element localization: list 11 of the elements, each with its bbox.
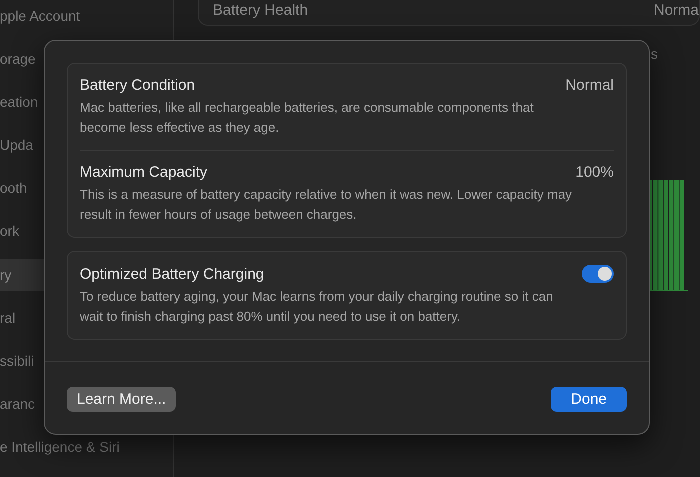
setting-title: Maximum Capacity xyxy=(80,164,208,181)
setting-description: To reduce battery aging, your Mac learns from your daily charging routine so it can wait to finish charging past 80% until you need to use it on battery. xyxy=(80,288,554,326)
row-label: Battery Health xyxy=(212,2,308,19)
setting-title: Optimized Battery Charging xyxy=(80,266,264,282)
setting-description: This is a measure of battery capacity relative to when it was new. Lower capacity may result in fewer hours of usage between charges. xyxy=(80,186,574,224)
row-value: Norma xyxy=(654,2,699,19)
setting-description: Mac batteries, like all rechargeable batteries, are consumable components that become less effective as they age. xyxy=(80,99,535,137)
setting-value: 100% xyxy=(576,164,614,181)
setting-value: Normal xyxy=(566,77,614,94)
section-label: s xyxy=(651,46,658,62)
setting-title: Battery Condition xyxy=(80,77,196,94)
